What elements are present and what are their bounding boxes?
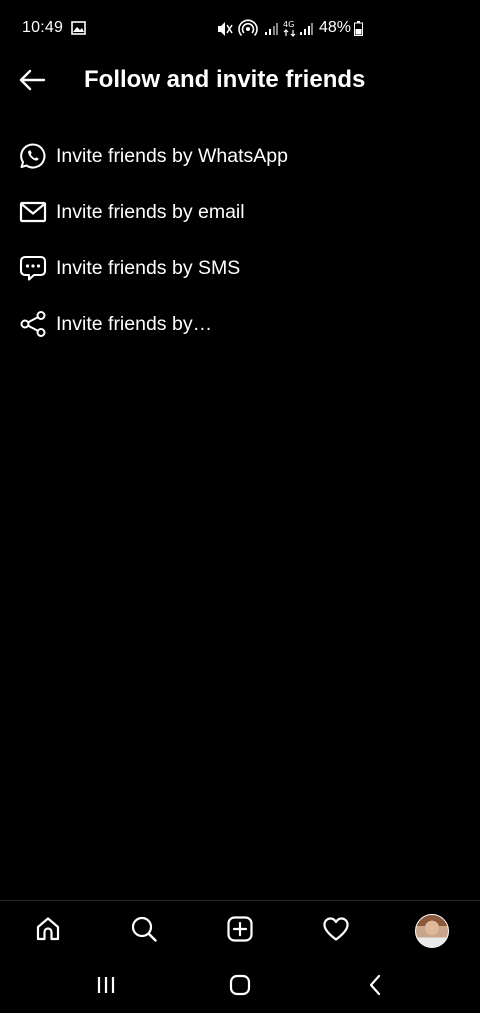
status-bar: 10:49 4G 48% [0, 0, 480, 56]
menu-item-label: Invite friends by WhatsApp [56, 144, 288, 167]
nav-profile[interactable] [412, 911, 452, 951]
invite-whatsapp-item[interactable]: Invite friends by WhatsApp [0, 128, 480, 184]
home-circle-icon [229, 974, 251, 1001]
recents-icon [96, 976, 116, 999]
4g-icon: 4G [283, 19, 297, 42]
menu-item-label: Invite friends by SMS [56, 256, 241, 279]
share-icon [18, 309, 48, 339]
nav-create[interactable] [220, 911, 260, 951]
search-icon [130, 915, 158, 948]
invite-sms-item[interactable]: Invite friends by SMS [0, 240, 480, 296]
status-time: 10:49 [22, 19, 64, 36]
nav-activity[interactable] [316, 911, 356, 951]
heart-icon [322, 916, 350, 947]
gallery-icon [71, 21, 86, 40]
profile-avatar [415, 914, 449, 948]
nav-search[interactable] [124, 911, 164, 951]
battery-percent: 48% [319, 19, 352, 36]
system-nav [0, 962, 480, 1013]
signal-icon [299, 22, 313, 41]
svg-text:4G: 4G [283, 20, 294, 29]
home-system-button[interactable] [220, 970, 260, 1004]
invite-menu: Invite friends by WhatsApp Invite friend… [0, 128, 480, 352]
nav-home[interactable] [28, 911, 68, 951]
bottom-nav [0, 900, 480, 961]
back-button[interactable] [14, 64, 50, 100]
menu-item-label: Invite friends by… [56, 312, 213, 335]
arrow-left-icon [18, 69, 46, 96]
page-title: Follow and invite friends [84, 66, 366, 93]
home-icon [34, 915, 62, 948]
mail-icon [18, 197, 48, 227]
menu-item-label: Invite friends by email [56, 200, 245, 223]
whatsapp-icon [18, 141, 48, 171]
header: Follow and invite friends [0, 56, 480, 106]
hotspot-icon [238, 19, 258, 44]
signal-icon [264, 22, 278, 41]
recents-button[interactable] [86, 970, 126, 1004]
invite-other-item[interactable]: Invite friends by… [0, 296, 480, 352]
back-chevron-icon [368, 974, 382, 1001]
create-icon [226, 915, 254, 948]
mute-icon [215, 20, 233, 43]
battery-icon [354, 21, 363, 41]
sms-icon [18, 253, 48, 283]
back-system-button[interactable] [355, 970, 395, 1004]
invite-email-item[interactable]: Invite friends by email [0, 184, 480, 240]
